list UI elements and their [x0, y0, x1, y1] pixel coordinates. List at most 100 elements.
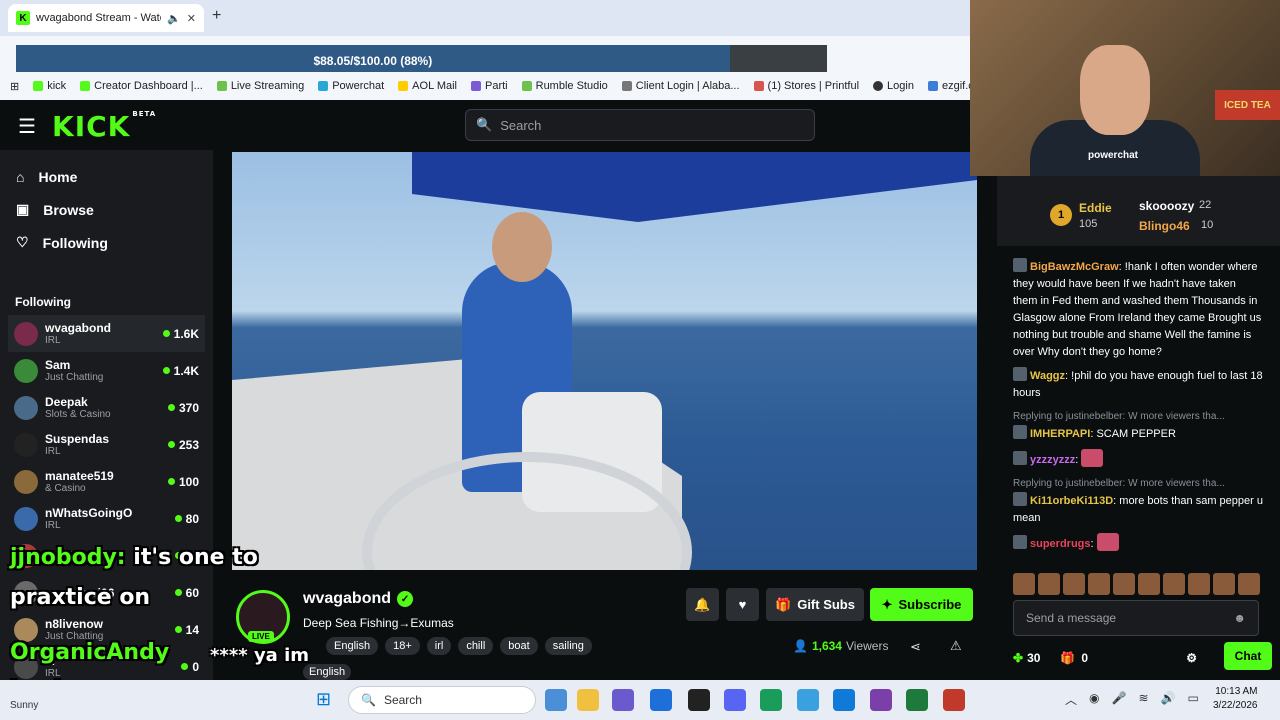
notification-bell-button[interactable]: 🔔 [686, 588, 719, 621]
chat-username[interactable]: yzzzyzzz [1030, 454, 1075, 466]
bookmark-item[interactable]: AOL Mail [398, 80, 457, 92]
gift-subs-button[interactable]: 🎁 Gift Subs [766, 588, 864, 621]
nav-following[interactable]: ♡ Following [0, 226, 213, 259]
channel-viewers: 0 [181, 660, 199, 674]
sidebar-channel-item[interactable]: Deepak Slots & Casino 370 [0, 389, 213, 426]
tag-chip[interactable]: sailing [544, 637, 592, 655]
wifi-icon[interactable]: ≋ [1138, 691, 1148, 708]
app-icon[interactable] [870, 689, 892, 711]
bookmark-item[interactable]: kick [33, 80, 66, 92]
channel-viewers: 14 [175, 623, 199, 637]
emoji-icon[interactable]: ☻ [1233, 611, 1246, 625]
speaker-icon[interactable]: 🔈 [167, 12, 181, 25]
battery-icon[interactable]: ▭ [1187, 691, 1198, 708]
chrome-icon[interactable] [760, 689, 782, 711]
channel-name: wvagabond [45, 321, 112, 335]
app-icon[interactable] [943, 689, 965, 711]
chat-username[interactable]: superdrugs [1030, 538, 1091, 550]
browser-tab[interactable]: K wvagabond Stream - Watch 🔈 ✕ [8, 4, 204, 32]
chat-username[interactable]: Waggz [1030, 370, 1065, 382]
gift-icon[interactable]: 🎁 [1060, 651, 1075, 665]
bookmark-item[interactable]: Creator Dashboard |... [80, 80, 203, 92]
emote-icon[interactable] [1038, 573, 1060, 595]
new-tab-button[interactable]: + [212, 7, 221, 25]
tag-chip[interactable]: chill [458, 637, 494, 655]
close-tab-icon[interactable]: ✕ [187, 12, 196, 25]
chat-username[interactable]: Ki11orbeKi113D [1030, 495, 1113, 507]
network-icon[interactable]: ◉ [1089, 691, 1099, 708]
volume-icon[interactable]: 🔊 [1161, 691, 1176, 708]
leader-2-name[interactable]: skoooozy [1139, 199, 1194, 213]
file-explorer-icon[interactable] [577, 689, 599, 711]
bookmark-item[interactable]: Login [873, 80, 914, 92]
channel-category: IRL [45, 446, 61, 457]
chat-send-button[interactable]: Chat [1224, 642, 1272, 670]
sidebar-channel-item[interactable]: Suspendas IRL 253 [0, 426, 213, 463]
teams-icon[interactable] [612, 689, 634, 711]
obs-icon[interactable] [688, 689, 710, 711]
sidebar-channel-item[interactable]: nWhatsGoingO IRL 80 [0, 500, 213, 537]
emote-icon[interactable] [1163, 573, 1185, 595]
emote-strip [1013, 573, 1260, 595]
bookmark-item[interactable]: Parti [471, 80, 508, 92]
video-player[interactable] [232, 152, 977, 570]
sidebar-channel-item[interactable]: Sam Just Chatting 1.4K [0, 352, 213, 389]
weather-label[interactable]: Sunny [10, 700, 38, 711]
system-clock[interactable]: 10:13 AM 3/22/2026 [1213, 685, 1258, 713]
tag-chip[interactable]: boat [500, 637, 538, 655]
discord-icon[interactable] [724, 689, 746, 711]
bookmark-item[interactable]: ezgif.co [927, 80, 970, 92]
sidebar-channel-item[interactable]: manatee519 & Casino 100 [0, 463, 213, 500]
tag-chip[interactable]: English [326, 637, 379, 655]
apps-grid-icon[interactable]: ⊞ [10, 80, 19, 93]
app-icon[interactable] [797, 689, 819, 711]
emote-icon[interactable] [1088, 573, 1110, 595]
emote-icon[interactable] [1013, 573, 1035, 595]
streamer-name[interactable]: wvagabond ✓ [303, 590, 414, 608]
chat-message: Replying to justinebelber: W more viewer… [1013, 408, 1263, 443]
leader-1-name[interactable]: Eddie [1079, 201, 1112, 215]
emote-icon[interactable] [1138, 573, 1160, 595]
report-warning-icon[interactable]: ⚠ [950, 638, 962, 654]
settings-gear-icon[interactable]: ⚙ [1186, 651, 1197, 665]
edge-icon[interactable] [833, 689, 855, 711]
windows-start-icon[interactable]: ⊞ [316, 689, 331, 710]
excel-icon[interactable] [906, 689, 928, 711]
sidebar-channel-item[interactable]: wvagabond IRL 1.6K [8, 315, 205, 352]
chat-username[interactable]: BigBawzMcGraw [1030, 261, 1119, 273]
store-icon[interactable] [650, 689, 672, 711]
tag-chip[interactable]: irl [426, 637, 452, 655]
kick-logo[interactable]: KICK BETA [52, 110, 156, 143]
bookmark-item[interactable]: (1) Stores | Printful [753, 80, 859, 92]
chat-username[interactable]: IMHERPAPI [1030, 428, 1090, 440]
emote-icon[interactable] [1188, 573, 1210, 595]
webcam-face [1080, 45, 1150, 135]
search-input[interactable]: 🔍 Search [465, 109, 815, 141]
nav-home[interactable]: ⌂ Home [0, 160, 213, 193]
bookmark-item[interactable]: Rumble Studio [521, 80, 608, 92]
bookmark-item[interactable]: Powerchat [318, 80, 384, 92]
copilot-icon[interactable] [545, 689, 567, 711]
tag-chip[interactable]: 18+ [385, 637, 420, 655]
leader-3-name[interactable]: Blingo46 [1139, 219, 1190, 233]
follow-heart-button[interactable]: ♥ [726, 588, 759, 621]
menu-icon[interactable]: ☰ [18, 114, 36, 139]
emote-icon[interactable] [1213, 573, 1235, 595]
taskbar-search[interactable]: 🔍 Search [348, 686, 536, 714]
nav-browse[interactable]: ▣ Browse [0, 193, 213, 226]
bookmark-item[interactable]: Live Streaming [216, 80, 304, 92]
caption-line-1: jjnobody: it's one to [10, 545, 258, 570]
emote-icon[interactable] [1113, 573, 1135, 595]
emote-icon[interactable] [1063, 573, 1085, 595]
emote-icon[interactable] [1238, 573, 1260, 595]
language-tag[interactable]: English [303, 664, 352, 680]
chevron-up-icon[interactable]: ︿ [1065, 691, 1077, 708]
chat-input[interactable]: Send a message ☻ [1013, 600, 1259, 636]
microphone-icon[interactable]: 🎤 [1112, 691, 1127, 708]
points-icon[interactable]: ✤ [1013, 651, 1023, 665]
subscribe-button[interactable]: ✦ Subscribe [870, 588, 973, 621]
share-icon[interactable]: ⋖ [910, 639, 921, 655]
channel-category: Just Chatting [45, 372, 104, 383]
user-badge-icon [1013, 258, 1027, 272]
bookmark-item[interactable]: Client Login | Alaba... [621, 80, 740, 92]
